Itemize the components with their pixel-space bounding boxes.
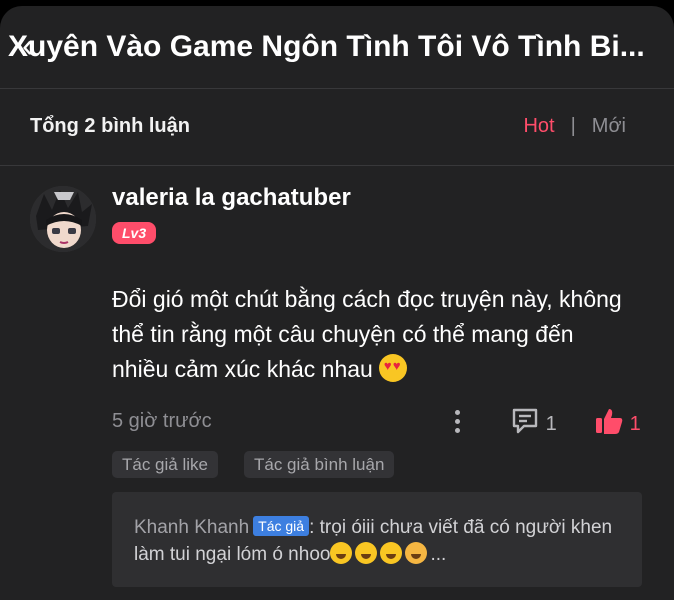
like-button[interactable]: 1	[594, 406, 641, 438]
author-liked-tag: Tác giả like	[112, 451, 218, 478]
avatar[interactable]	[30, 186, 96, 252]
comment-time: 5 giờ trước	[112, 410, 212, 432]
heart-eyes-emoji-icon	[378, 354, 407, 382]
more-options-icon[interactable]	[450, 406, 464, 438]
comment-text: Đổi gió một chút bằng cách đọc truyện nà…	[112, 286, 622, 382]
author-badge: Tác giả	[253, 516, 310, 536]
level-badge: Lv3	[112, 222, 157, 244]
reply-body: Khanh Khanh Tác giả: trọi óiii chưa viết …	[134, 514, 619, 568]
sort-hot-tab[interactable]: Hot	[523, 115, 554, 137]
sort-separator: |	[570, 115, 576, 137]
comment-username[interactable]: valeria la gachatuber	[112, 184, 351, 212]
sort-new-tab[interactable]: Mới	[592, 115, 626, 137]
reply-button[interactable]: 1	[510, 406, 557, 438]
grinning-squint-emoji-icon	[355, 542, 378, 564]
thumbs-up-icon	[596, 409, 623, 434]
reply-count: 1	[545, 413, 557, 435]
title-bar: Xuyên Vào Game Ngôn Tình Tôi Vô Tình Bi.…	[0, 6, 674, 89]
grinning-squint-emoji-icon	[380, 542, 403, 564]
comment-icon	[512, 408, 538, 434]
reply-username: Khanh Khanh	[134, 517, 250, 538]
heart-eyes-cat-emoji-icon	[405, 542, 428, 564]
comment-count: Tổng 2 bình luận	[30, 115, 190, 137]
like-count: 1	[629, 413, 641, 435]
comments-sheet: Xuyên Vào Game Ngôn Tình Tôi Vô Tình Bi.…	[0, 6, 674, 600]
author-reply-preview[interactable]: Khanh Khanh Tác giả: trọi óiii chưa viết …	[112, 492, 642, 587]
comment-body: Đổi gió một chút bằng cách đọc truyện nà…	[112, 282, 632, 387]
author-commented-tag: Tác giả bình luận	[244, 451, 395, 478]
sort-options: Hot | Mới	[523, 115, 626, 138]
comment-count-bar: Tổng 2 bình luận Hot | Mới	[0, 89, 674, 166]
grinning-squint-emoji-icon	[330, 542, 353, 564]
reply-ellipsis: ...	[430, 544, 447, 565]
back-chevron-icon[interactable]: ‹	[22, 29, 54, 63]
page-title: Xuyên Vào Game Ngôn Tình Tôi Vô Tình Bi.…	[8, 30, 645, 63]
